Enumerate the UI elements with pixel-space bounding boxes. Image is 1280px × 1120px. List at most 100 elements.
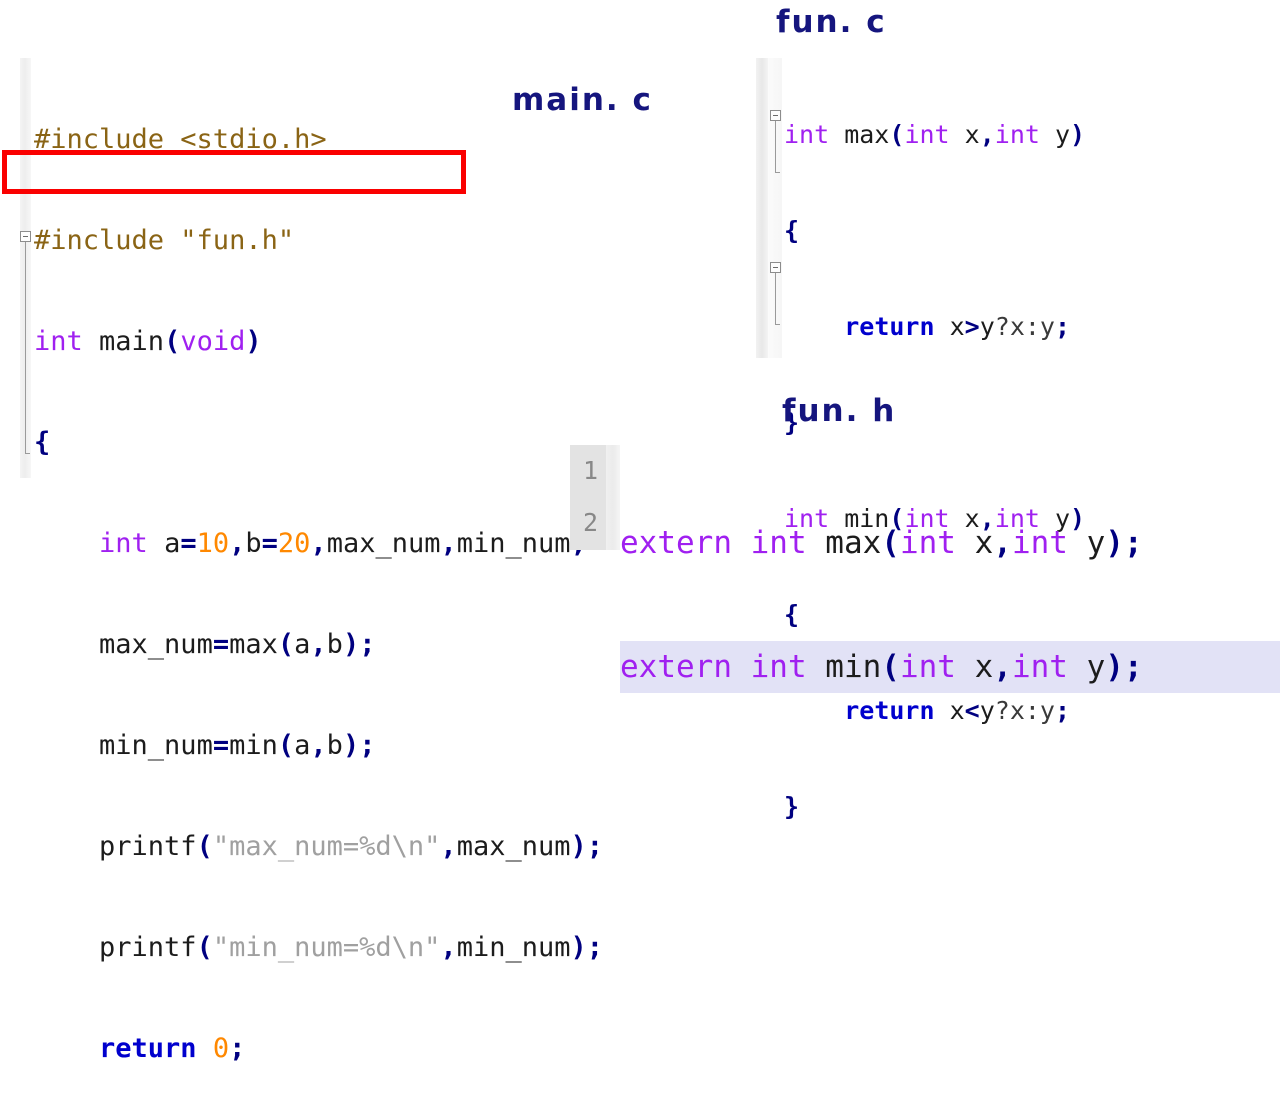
token-call-min: min xyxy=(229,730,278,761)
token-number-0: 0 xyxy=(196,1033,230,1064)
token-number-20: 20 xyxy=(277,528,311,559)
fold-line-min xyxy=(775,273,780,325)
token-paren-open: ( xyxy=(889,120,905,149)
code-panel-fun-c[interactable]: int max(int x,int y) { return x>y?x:y; }… xyxy=(756,58,1176,821)
file-caption-fun-h: fun. h xyxy=(782,393,897,429)
fold-marker-main[interactable] xyxy=(20,231,31,242)
token-assign: = xyxy=(212,730,230,761)
token-arg-a: a xyxy=(294,730,311,761)
token-paren-open: ( xyxy=(881,525,900,561)
token-comma: , xyxy=(310,629,327,660)
code-line: extern int max(int x,int y); xyxy=(620,517,1280,569)
token-call-max: max xyxy=(229,629,278,660)
token-comma: , xyxy=(310,730,327,761)
token-string-literal: "max_num=%d\n" xyxy=(212,831,441,862)
token-string-literal: "min_num=%d\n" xyxy=(212,932,441,963)
token-var-x: x xyxy=(934,312,965,341)
token-paren-open: ( xyxy=(164,326,181,357)
token-brace-open: { xyxy=(34,427,51,458)
token-semicolon: ; xyxy=(1123,649,1143,685)
fun-c-gutter xyxy=(756,58,768,358)
token-semicolon: ; xyxy=(359,730,376,761)
token-paren-close: ) xyxy=(570,831,587,862)
fun-h-code[interactable]: extern int max(int x,int y); extern int … xyxy=(620,445,1280,765)
token-paren-open: ( xyxy=(196,932,213,963)
token-paren-open: ( xyxy=(881,649,900,685)
token-arg-a: a xyxy=(294,629,311,660)
token-number-10: 10 xyxy=(196,528,230,559)
token-comma: , xyxy=(440,831,457,862)
token-comma: , xyxy=(993,649,1012,685)
token-paren-open: ( xyxy=(277,730,295,761)
token-extern-int: extern int xyxy=(620,525,807,561)
token-arg-max-num: max_num xyxy=(456,831,571,862)
token-var-min-num: min_num xyxy=(99,730,213,761)
code-line-highlighted: extern int min(int x,int y); xyxy=(620,641,1280,693)
fold-marker-max[interactable] xyxy=(770,110,781,121)
token-comma: , xyxy=(979,120,995,149)
token-paren-close: ) xyxy=(1105,649,1124,685)
token-param-y: y xyxy=(1067,525,1106,561)
token-call-printf: printf xyxy=(99,831,197,862)
code-line: printf("min_num=%d\n",min_num); xyxy=(34,928,603,967)
token-semicolon: ; xyxy=(586,831,604,862)
token-call-printf: printf xyxy=(99,932,197,963)
token-main: main xyxy=(82,326,165,357)
token-arg-b: b xyxy=(326,629,343,660)
token-void: void xyxy=(180,326,246,357)
token-int: int xyxy=(899,525,956,561)
token-paren-close: ) xyxy=(570,932,587,963)
token-comma: , xyxy=(440,932,457,963)
token-int: int xyxy=(994,120,1040,149)
code-line: { xyxy=(34,423,603,462)
token-comma: , xyxy=(993,525,1012,561)
code-line: int max(int x,int y) xyxy=(784,116,1085,154)
token-int: int xyxy=(784,120,830,149)
screenshot-root: #include <stdio.h> #include "fun.h" int … xyxy=(0,0,1280,1064)
token-semicolon: ; xyxy=(359,629,376,660)
token-fn-max: max xyxy=(829,120,890,149)
highlight-rectangle-include-funh xyxy=(2,150,466,194)
fold-marker-min[interactable] xyxy=(770,262,781,273)
token-semicolon: ; xyxy=(586,932,604,963)
token-int: int xyxy=(899,649,956,685)
token-var-max-num: max_num xyxy=(99,629,213,660)
main-c-code[interactable]: #include <stdio.h> #include "fun.h" int … xyxy=(34,58,603,1120)
token-param-y: y xyxy=(1067,649,1106,685)
file-caption-fun-c: fun. c xyxy=(776,4,887,40)
token-semicolon: ; xyxy=(1054,312,1071,341)
token-greater-than: > xyxy=(964,312,980,341)
code-line: printf("max_num=%d\n",max_num); xyxy=(34,827,603,866)
token-var-max-num: max_num xyxy=(326,528,441,559)
token-paren-close: ) xyxy=(245,326,262,357)
token-arg-b: b xyxy=(326,730,343,761)
token-comma: , xyxy=(440,528,457,559)
token-int: int xyxy=(99,528,148,559)
line-number: 1 xyxy=(582,456,598,485)
token-assign: = xyxy=(212,629,230,660)
token-var-y: y xyxy=(979,312,995,341)
token-brace-open: { xyxy=(784,216,800,245)
token-int: int xyxy=(34,326,83,357)
code-line: int main(void) xyxy=(34,322,603,361)
token-var-min-num: min_num xyxy=(456,528,571,559)
token-paren-open: ( xyxy=(277,629,295,660)
token-assign: = xyxy=(261,528,278,559)
token-semicolon: ; xyxy=(229,1033,246,1064)
token-int: int xyxy=(904,120,950,149)
token-fn-min: min xyxy=(806,649,882,685)
code-line: return 0; xyxy=(34,1029,603,1068)
token-paren-close: ) xyxy=(1105,525,1124,561)
token-return: return xyxy=(844,312,935,341)
token-paren-close: ) xyxy=(1070,120,1086,149)
code-panel-main-c[interactable]: #include <stdio.h> #include "fun.h" int … xyxy=(0,58,730,1064)
token-paren-close: ) xyxy=(342,730,360,761)
token-fn-max: max xyxy=(806,525,882,561)
code-panel-fun-h[interactable]: 1 2 extern int max(int x,int y); extern … xyxy=(570,445,1280,693)
token-comma: , xyxy=(229,528,246,559)
token-param-x: x xyxy=(955,649,994,685)
token-comma: , xyxy=(310,528,327,559)
token-ternary: ?x:y xyxy=(994,312,1055,341)
fun-h-line-number-gutter: 1 2 xyxy=(570,445,606,550)
fun-h-gutter-strip xyxy=(606,445,620,550)
